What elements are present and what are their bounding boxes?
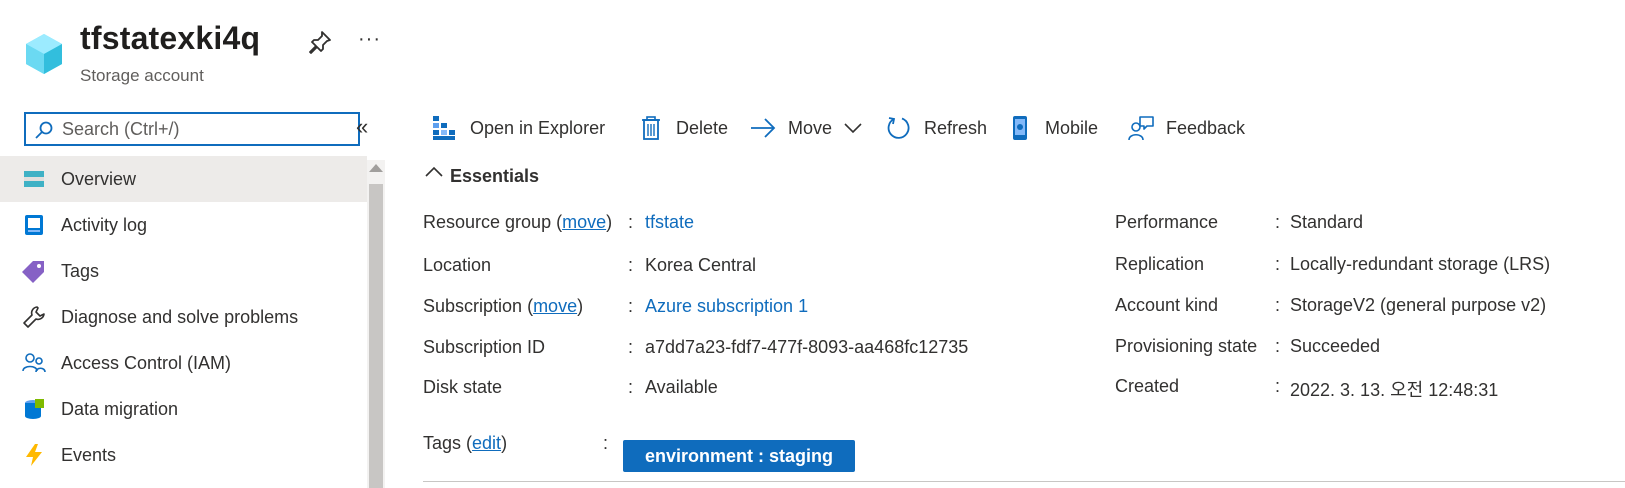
location-key: Location [423, 255, 492, 275]
sidebar-item-data-migration[interactable]: Data migration [0, 386, 367, 432]
sidebar-item-events[interactable]: Events [0, 432, 367, 478]
sidebar-item-label: Activity log [61, 215, 148, 235]
sidebar-item-label: Tags [61, 261, 100, 281]
account-kind-value: StorageV2 (general purpose v2) [1290, 295, 1547, 315]
chevron-up-icon[interactable] [425, 165, 443, 177]
search-box[interactable] [24, 112, 360, 146]
page-title: tfstatexki4q [80, 20, 261, 56]
lightning-icon [26, 444, 42, 466]
explorer-icon [433, 116, 455, 140]
search-input[interactable] [62, 117, 352, 141]
feedback-icon [1128, 116, 1154, 141]
search-icon [35, 121, 53, 139]
sidebar-item-label: Events [61, 445, 117, 465]
open-in-explorer-button[interactable]: Open in Explorer [432, 110, 605, 146]
provisioning-state-value: Succeeded [1290, 336, 1381, 356]
move-button[interactable]: Move [750, 110, 862, 146]
arrow-right-icon [751, 118, 776, 138]
disk-state-value: Available [645, 377, 718, 397]
subscription-label: Subscription [423, 296, 523, 316]
separator-colon: : [628, 377, 634, 397]
separator-colon: : [628, 337, 634, 357]
separator-colon: : [628, 255, 634, 275]
sidebar-item-label: Diagnose and solve problems [61, 307, 299, 327]
disk-state-key: Disk state [423, 377, 503, 397]
performance-key: Performance [1115, 212, 1219, 232]
sidebar-item-label: Overview [61, 169, 137, 189]
separator-colon: : [1275, 336, 1281, 356]
essentials-divider [423, 481, 1625, 482]
refresh-button[interactable]: Refresh [886, 110, 987, 146]
replication-value: Locally-redundant storage (LRS) [1290, 254, 1551, 274]
refresh-icon [887, 117, 910, 139]
chevron-down-icon [844, 123, 862, 134]
subscription-id-key: Subscription ID [423, 337, 546, 357]
separator-colon: : [1275, 295, 1281, 315]
delete-button[interactable]: Delete [638, 110, 728, 146]
feedback-label: Feedback [1166, 117, 1246, 138]
mobile-icon [1013, 116, 1027, 140]
subscription-move-link[interactable]: move [533, 296, 577, 316]
sidebar-item-label: Data migration [61, 399, 179, 419]
sidebar-item-activity-log[interactable]: Activity log [0, 202, 367, 248]
resource-group-label: Resource group [423, 212, 552, 232]
separator-colon: : [1275, 212, 1281, 232]
sidebar-item-diagnose[interactable]: Diagnose and solve problems [0, 294, 367, 340]
created-value: 2022. 3. 13. 오전 12:48:31 [1290, 380, 1499, 400]
separator-colon: : [628, 296, 634, 316]
data-migration-icon [25, 399, 44, 419]
collapse-sidebar-button[interactable]: « [356, 114, 368, 140]
tag-pill[interactable]: environment : staging [623, 440, 856, 472]
resource-group-key: Resource group (move) [423, 212, 613, 232]
separator-colon: : [1275, 376, 1281, 396]
subscription-id-value: a7dd7a23-fdf7-477f-8093-aa468fc12735 [645, 337, 969, 357]
sidebar-item-tags[interactable]: Tags [0, 248, 367, 294]
resource-group-move-link[interactable]: move [562, 212, 606, 232]
separator-colon: : [603, 433, 609, 453]
replication-key: Replication [1115, 254, 1205, 274]
feedback-button[interactable]: Feedback [1128, 110, 1245, 146]
mobile-button[interactable]: Mobile [1007, 110, 1098, 146]
subscription-value-link[interactable]: Azure subscription 1 [645, 296, 808, 316]
page-subtitle: Storage account [80, 66, 204, 85]
separator-colon: : [628, 212, 634, 232]
activity-log-icon [25, 215, 43, 235]
more-options-button[interactable]: ··· [358, 28, 381, 51]
account-kind-key: Account kind [1115, 295, 1219, 315]
subscription-key: Subscription (move) [423, 296, 584, 316]
sidebar-item-iam[interactable]: Access Control (IAM) [0, 340, 367, 386]
tag-icon [22, 261, 44, 283]
scroll-up-arrow[interactable] [369, 164, 383, 172]
resource-group-value-link[interactable]: tfstate [645, 212, 694, 232]
pin-icon[interactable] [308, 30, 332, 54]
delete-label: Delete [676, 117, 729, 138]
sidebar-scrollbar-thumb[interactable] [369, 184, 383, 488]
created-key: Created [1115, 376, 1180, 396]
tags-key: Tags (edit) [423, 433, 508, 453]
storage-account-icon [26, 34, 62, 74]
sidebar-item-label: Access Control (IAM) [61, 353, 232, 373]
provisioning-state-key: Provisioning state [1115, 336, 1258, 356]
people-icon [22, 353, 46, 373]
location-value: Korea Central [645, 255, 757, 275]
sidebar-item-overview[interactable]: Overview [0, 156, 367, 202]
essentials-header[interactable]: Essentials [450, 166, 539, 187]
performance-value: Standard [1290, 212, 1364, 232]
tags-label: Tags [423, 433, 462, 453]
move-label: Move [788, 117, 833, 138]
wrench-icon [23, 306, 45, 328]
overview-icon [24, 171, 44, 187]
open-in-explorer-label: Open in Explorer [470, 117, 606, 138]
trash-icon [642, 116, 660, 140]
refresh-label: Refresh [924, 117, 988, 138]
mobile-label: Mobile [1045, 117, 1099, 138]
separator-colon: : [1275, 254, 1281, 274]
tags-edit-link[interactable]: edit [472, 433, 501, 453]
